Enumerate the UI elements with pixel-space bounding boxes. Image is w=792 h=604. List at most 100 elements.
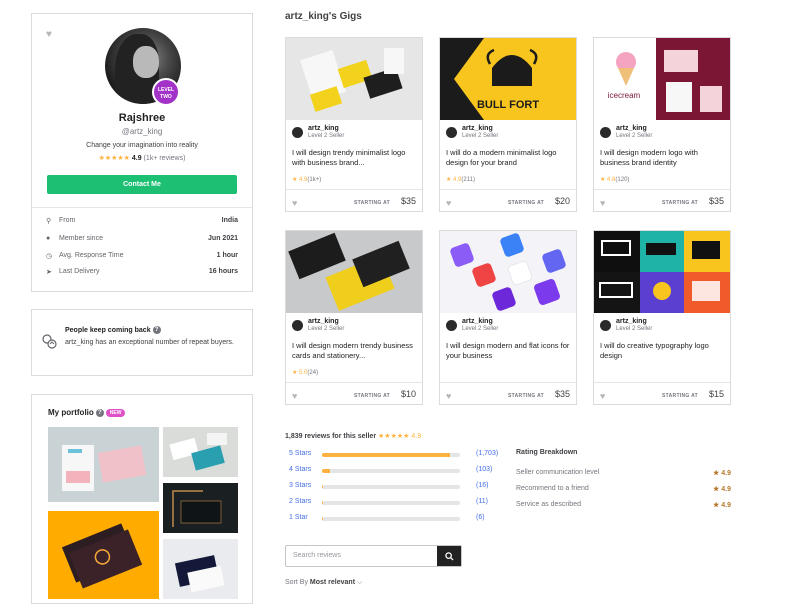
breakdown-recommend: Recommend to a friend★ 4.9 — [516, 485, 731, 492]
seller-profile-card: ♥ LEVELTWO Rajshree @artz_king Change yo… — [31, 13, 253, 292]
heart-icon[interactable]: ♥ — [600, 198, 605, 208]
gig-card[interactable]: artz_king Level 2 Seller I will design m… — [439, 230, 577, 405]
help-icon[interactable]: ? — [96, 409, 104, 417]
gig-card[interactable]: artz_king Level 2 Seller I will do creat… — [593, 230, 731, 405]
seller-avatar[interactable] — [446, 127, 457, 138]
rating-bar-2-stars[interactable]: 2 Stars (11) — [289, 498, 489, 510]
portfolio-thumbnail[interactable] — [163, 427, 238, 477]
gig-card[interactable]: artz_king Level 2 Seller I will design m… — [285, 230, 423, 405]
rating-bar-1-star[interactable]: 1 Star (6) — [289, 514, 489, 526]
gig-price: $35 — [401, 196, 416, 206]
rating-bar-5-stars[interactable]: 5 Stars (1,703) — [289, 450, 489, 462]
heart-icon[interactable]: ♥ — [600, 391, 605, 401]
gig-rating: ★ 4.8(120) — [600, 176, 629, 183]
gig-card[interactable]: BULL FORT artz_king Level 2 Seller I wil… — [439, 37, 577, 212]
seller-avatar[interactable] — [292, 127, 303, 138]
breakdown-service: Service as described★ 4.9 — [516, 501, 731, 508]
heart-icon[interactable]: ♥ — [446, 391, 451, 401]
seller-rating: ★★★★★ 4.9 (1k+ reviews) — [32, 154, 252, 162]
gig-title[interactable]: I will design modern and flat icons for … — [446, 341, 572, 361]
gig-image[interactable] — [440, 231, 576, 313]
gig-seller-name[interactable]: artz_king — [308, 318, 339, 325]
portfolio-thumbnail[interactable] — [163, 539, 238, 599]
seller-avatar[interactable] — [292, 320, 303, 331]
heart-icon[interactable]: ♥ — [46, 29, 52, 40]
gig-card[interactable]: icecream artz_king Level 2 Seller I will… — [593, 37, 731, 212]
starting-at-label: STARTING AT — [662, 200, 698, 206]
gig-price: $35 — [709, 196, 724, 206]
gig-seller-name[interactable]: artz_king — [308, 125, 339, 132]
rating-breakdown-title: Rating Breakdown — [516, 449, 577, 456]
starting-at-label: STARTING AT — [508, 393, 544, 399]
user-icon: ● — [46, 235, 54, 242]
gig-image[interactable] — [286, 231, 422, 313]
help-icon[interactable]: ? — [153, 326, 161, 334]
gig-image[interactable] — [594, 231, 730, 313]
gig-card[interactable]: artz_king Level 2 Seller I will design t… — [285, 37, 423, 212]
repeat-buyers-icon — [41, 333, 57, 349]
rating-bar-fill — [322, 501, 323, 505]
rating-bar-fill — [322, 453, 450, 457]
gigs-section-title: artz_king's Gigs — [285, 11, 362, 22]
stat-member-since: ● Member since Jun 2021 — [46, 235, 238, 247]
repeat-buyers-title: People keep coming back? — [65, 326, 161, 334]
star-rating-icon: ★★★★★ — [378, 433, 409, 440]
repeat-buyers-card: People keep coming back? artz_king has a… — [31, 309, 253, 376]
portfolio-thumbnail[interactable] — [163, 483, 238, 533]
gig-image[interactable]: BULL FORT — [440, 38, 576, 120]
gig-seller-level: Level 2 Seller — [308, 326, 344, 332]
search-button[interactable] — [437, 546, 461, 566]
gig-seller-level: Level 2 Seller — [308, 133, 344, 139]
gig-title[interactable]: I will design modern logo with business … — [600, 148, 726, 168]
gig-image[interactable]: icecream — [594, 38, 730, 120]
gig-rating: ★ 4.9(211) — [446, 176, 475, 183]
portfolio-title: My portfolio?NEW — [48, 408, 125, 417]
paper-plane-icon: ➤ — [46, 268, 54, 276]
seller-avatar[interactable] — [446, 320, 457, 331]
portfolio-thumbnail[interactable] — [48, 511, 159, 599]
rating-bar-fill — [322, 485, 323, 489]
stat-from: ⚲ From India — [46, 217, 238, 229]
location-icon: ⚲ — [46, 217, 54, 225]
heart-icon[interactable]: ♥ — [292, 198, 297, 208]
contact-me-button[interactable]: Contact Me — [47, 175, 237, 194]
seller-tagline: Change your imagination into reality — [32, 142, 252, 149]
gig-seller-name[interactable]: artz_king — [462, 318, 493, 325]
heart-icon[interactable]: ♥ — [292, 391, 297, 401]
divider — [32, 207, 252, 208]
portfolio-card: My portfolio?NEW — [31, 394, 253, 604]
starting-at-label: STARTING AT — [354, 393, 390, 399]
level-badge: LEVELTWO — [152, 78, 180, 106]
gig-title[interactable]: I will design modern trendy business car… — [292, 341, 418, 361]
reviews-header: 1,839 reviews for this seller ★★★★★ 4.9 — [285, 432, 421, 440]
gig-title[interactable]: I will do a modern minimalist logo desig… — [446, 148, 572, 168]
rating-bar-4-stars[interactable]: 4 Stars (103) — [289, 466, 489, 478]
starting-at-label: STARTING AT — [508, 200, 544, 206]
gig-seller-name[interactable]: artz_king — [462, 125, 493, 132]
heart-icon[interactable]: ♥ — [446, 198, 451, 208]
gig-price: $10 — [401, 389, 416, 399]
gig-title[interactable]: I will design trendy minimalist logo wit… — [292, 148, 418, 168]
sort-by-dropdown[interactable]: Sort By Most relevant ⌵ — [285, 579, 362, 587]
gig-title[interactable]: I will do creative typography logo desig… — [600, 341, 726, 361]
new-badge: NEW — [106, 409, 126, 417]
star-rating-icon: ★★★★★ — [99, 155, 130, 162]
seller-name[interactable]: Rajshree — [32, 112, 252, 124]
search-reviews-input[interactable]: Search reviews — [285, 545, 462, 567]
seller-handle: @artz_king — [32, 127, 252, 136]
seller-avatar[interactable] — [600, 127, 611, 138]
seller-avatar[interactable] — [600, 320, 611, 331]
rating-bar-3-stars[interactable]: 3 Stars (16) — [289, 482, 489, 494]
gig-image-text: icecream — [608, 91, 641, 100]
stat-response-time: ◷ Avg. Response Time 1 hour — [46, 252, 238, 264]
gig-image[interactable] — [286, 38, 422, 120]
gig-seller-level: Level 2 Seller — [616, 326, 652, 332]
gig-image-text: BULL FORT — [477, 99, 539, 111]
portfolio-thumbnail[interactable] — [48, 427, 159, 502]
gig-seller-name[interactable]: artz_king — [616, 125, 647, 132]
gig-price: $15 — [709, 389, 724, 399]
repeat-buyers-text: artz_king has an exceptional number of r… — [65, 338, 245, 348]
gig-seller-name[interactable]: artz_king — [616, 318, 647, 325]
gig-price: $20 — [555, 196, 570, 206]
search-icon — [445, 552, 454, 561]
